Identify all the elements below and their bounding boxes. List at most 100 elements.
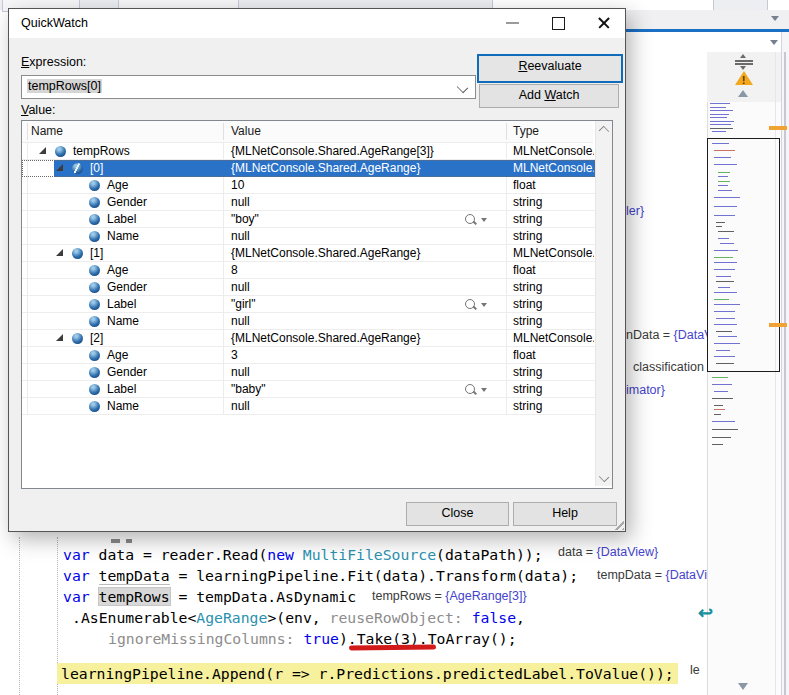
table-row[interactable]: [1]{MLNetConsole.Shared.AgeRange}MLNetCo… — [22, 245, 595, 262]
scroll-up-icon[interactable] — [599, 126, 609, 136]
table-row[interactable]: [0]{MLNetConsole.Shared.AgeRange}MLNetCo… — [22, 160, 595, 177]
magnifier-icon[interactable] — [465, 214, 475, 224]
editor-split-handle-icon[interactable] — [740, 66, 746, 70]
row-name: Age — [107, 347, 128, 363]
add-watch-button[interactable]: Add Watch — [479, 84, 619, 108]
tree-scrollbar[interactable] — [595, 121, 612, 486]
table-row[interactable]: Label"girl"string — [22, 296, 595, 313]
table-row[interactable]: Age8float — [22, 262, 595, 279]
minimap-code-line — [710, 107, 726, 108]
close-button[interactable]: Close — [406, 502, 509, 526]
table-row[interactable]: Label"baby"string — [22, 381, 595, 398]
row-value: 3 — [231, 347, 238, 363]
magnifier-icon[interactable] — [465, 299, 475, 309]
table-row[interactable]: Label"boy"string — [22, 211, 595, 228]
column-header-type[interactable]: Type — [513, 124, 539, 138]
row-type: MLNetConsole... — [513, 330, 594, 346]
code-line[interactable]: var tempData = learningPipeline.Fit(data… — [63, 566, 578, 585]
code-line[interactable]: learningPipeline.Append(r => r.Predictio… — [57, 663, 678, 684]
row-type: MLNetConsole... — [513, 160, 594, 176]
scroll-down-icon[interactable] — [599, 472, 609, 482]
debug-value-annotation: imator} — [626, 383, 665, 397]
row-type: string — [513, 296, 594, 312]
editor-split-handle-icon[interactable] — [735, 60, 753, 62]
table-row[interactable]: [2]{MLNetConsole.Shared.AgeRange}MLNetCo… — [22, 330, 595, 347]
row-name: Age — [107, 177, 128, 193]
table-row[interactable]: Age10float — [22, 177, 595, 194]
object-icon — [89, 384, 100, 395]
row-name: Name — [107, 228, 139, 244]
table-row[interactable]: Gendernullstring — [22, 364, 595, 381]
tree-header[interactable]: Name Value Type — [22, 121, 593, 143]
chevron-down-icon[interactable] — [771, 16, 779, 21]
minimap-code-line — [710, 110, 733, 111]
expand-arrow-icon[interactable] — [56, 334, 63, 341]
row-type: string — [513, 228, 594, 244]
expand-arrow-icon[interactable] — [56, 164, 63, 171]
table-row[interactable]: tempRows{MLNetConsole.Shared.AgeRange[3]… — [22, 143, 595, 160]
row-name: Age — [107, 262, 128, 278]
expression-combobox[interactable]: tempRows[0] — [21, 75, 476, 99]
chevron-down-icon[interactable] — [770, 40, 778, 45]
scroll-down-icon[interactable] — [738, 683, 748, 690]
table-row[interactable]: Gendernullstring — [22, 194, 595, 211]
table-row[interactable]: Namenullstring — [22, 313, 595, 330]
row-name: [1] — [90, 245, 103, 261]
minimap-code-line — [710, 114, 729, 115]
column-header-value[interactable]: Value — [231, 124, 261, 138]
editor-split-handle-icon[interactable] — [740, 54, 746, 58]
row-value: null — [231, 228, 250, 244]
code-line[interactable]: .AsEnumerable<AgeRange>(env, reuseRowObj… — [72, 608, 525, 627]
editor-split-handle-icon[interactable] — [735, 63, 753, 65]
row-value: 10 — [231, 177, 244, 193]
scrollbar-line — [784, 52, 786, 695]
magnifier-dropdown-icon[interactable] — [481, 303, 487, 307]
column-header-name[interactable]: Name — [31, 124, 63, 138]
tree-body: tempRows{MLNetConsole.Shared.AgeRange[3]… — [22, 143, 595, 415]
row-name: [2] — [90, 330, 103, 346]
table-row[interactable]: Age3float — [22, 347, 595, 364]
minimize-icon[interactable] — [506, 22, 519, 24]
minimap-code-line — [710, 121, 734, 122]
row-value: null — [231, 194, 250, 210]
maximize-icon[interactable] — [552, 17, 565, 30]
row-value: null — [231, 398, 250, 414]
chevron-down-icon[interactable] — [457, 82, 468, 93]
minimap-code-line — [710, 103, 730, 104]
quickwatch-dialog: QuickWatch Expression: tempRows[0] Reeva… — [8, 8, 626, 532]
table-row[interactable]: Name null string — [22, 398, 595, 415]
magnifier-icon[interactable] — [465, 384, 475, 394]
dialog-title: QuickWatch — [21, 16, 88, 30]
help-button[interactable]: Help — [513, 502, 617, 526]
row-value: {MLNetConsole.Shared.AgeRange} — [231, 245, 420, 261]
object-icon — [55, 146, 66, 157]
object-icon — [89, 180, 100, 191]
expand-arrow-icon[interactable] — [56, 249, 63, 256]
row-name: Name — [107, 313, 139, 329]
reevaluate-button[interactable]: Reevaluate — [477, 54, 623, 83]
scroll-up-icon[interactable] — [738, 90, 748, 97]
row-name: tempRows — [73, 143, 130, 159]
close-icon[interactable] — [597, 16, 611, 30]
row-type: string — [513, 398, 594, 414]
code-line[interactable]: var tempRows = tempData.AsDynamic — [63, 587, 356, 606]
row-type: string — [513, 194, 594, 210]
expression-label: Expression: — [21, 55, 86, 69]
object-icon — [89, 299, 100, 310]
dialog-titlebar[interactable]: QuickWatch — [9, 9, 625, 38]
minimap-code-line — [712, 384, 732, 385]
row-name: Name — [107, 398, 139, 414]
magnifier-dropdown-icon[interactable] — [481, 388, 487, 392]
row-type: string — [513, 279, 594, 295]
object-icon — [72, 163, 83, 174]
value-label: Value: — [21, 103, 56, 117]
magnifier-dropdown-icon[interactable] — [481, 218, 487, 222]
table-row[interactable]: Gendernullstring — [22, 279, 595, 296]
code-line[interactable]: var data = reader.Read(new MultiFileSour… — [63, 545, 543, 564]
code-line[interactable]: ignoreMissingColumns: true).Take(3).ToAr… — [108, 629, 517, 648]
expand-arrow-icon[interactable] — [39, 147, 46, 154]
minimap-code-line — [714, 391, 728, 392]
table-row[interactable]: Name null string — [22, 228, 595, 245]
minimap-viewport[interactable] — [707, 138, 780, 372]
object-icon — [89, 350, 100, 361]
